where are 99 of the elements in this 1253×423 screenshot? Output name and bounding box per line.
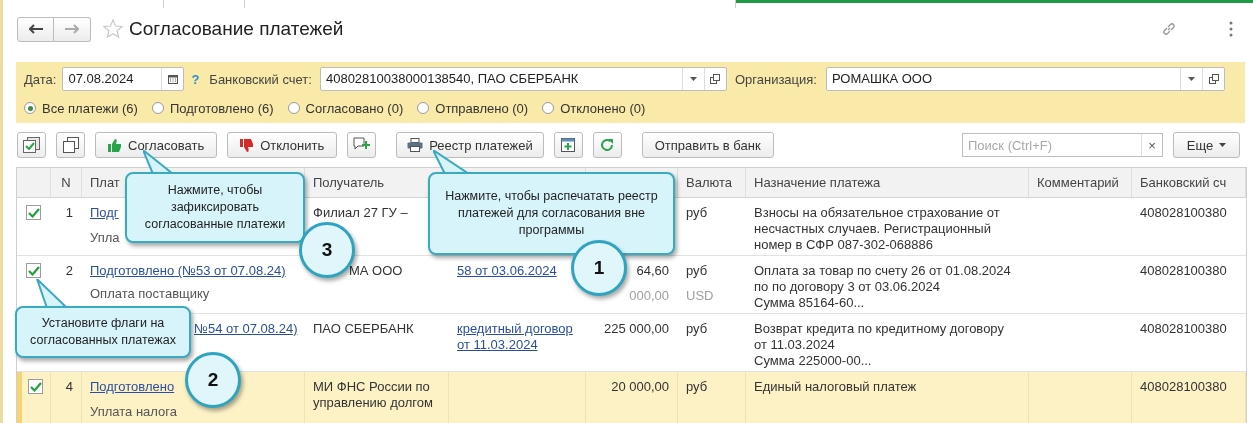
row-number: 2 [64, 263, 73, 279]
check-icon [27, 265, 40, 276]
payment-status-link[interactable]: Подготовлено (№53 от 07.08.24) [90, 263, 286, 278]
back-button[interactable] [17, 16, 54, 42]
column-header[interactable]: Валюта [686, 175, 732, 190]
clear-search-button[interactable]: × [1141, 134, 1162, 156]
check-icon [27, 207, 40, 218]
row-number: 1 [64, 205, 73, 221]
organization-field[interactable]: РОМАШКА ООО [825, 67, 1225, 91]
status-radio[interactable]: Все платежи (6) [24, 100, 138, 116]
callout-text: Нажмите, чтобы зафиксировать согласованные платежи [143, 182, 287, 233]
payment-purpose: Взносы на обязательное страхование от несчастных случаев. Регистрационный номер в СФР 087-302-068886 [754, 205, 1001, 253]
refresh-button[interactable] [592, 132, 622, 158]
copy-icon [62, 137, 79, 153]
radio-button[interactable] [151, 102, 164, 114]
currency: руб [686, 321, 709, 337]
recipient-name: МИ ФНС России по управлению долгом [313, 379, 434, 411]
callout-text: Установите флаги на согласованных платежах [29, 315, 177, 349]
payment-status-link[interactable]: №54 от 07.08.24) [194, 321, 298, 336]
reject-button[interactable]: Отклонить [227, 132, 338, 158]
bank-account-number: 408028100380 [1140, 205, 1228, 221]
currency: руб [686, 205, 709, 221]
status-radio[interactable]: Подготовлено (6) [151, 100, 274, 116]
more-button[interactable]: Еще [1173, 132, 1240, 158]
payment-status-link[interactable]: Подготовлено [90, 379, 175, 394]
radio-button[interactable] [24, 102, 36, 114]
column-header[interactable]: Комментарий [1037, 175, 1119, 190]
thumbs-up-icon [108, 138, 122, 152]
radio-button[interactable] [542, 102, 555, 114]
column-header[interactable]: Получатель [313, 175, 385, 190]
printer-icon [407, 138, 424, 152]
dropdown-caret-icon [1188, 77, 1195, 81]
check-all-button[interactable] [17, 132, 46, 158]
approve-button[interactable]: Согласовать [95, 132, 218, 158]
payment-purpose: Единый налоговый платеж [754, 379, 918, 395]
payment-type: Оплата поставщику [90, 286, 211, 302]
amount: 225 000,00 [603, 321, 669, 337]
payment-type: Упла [90, 230, 121, 246]
column-header[interactable]: Банковский сч [1140, 175, 1227, 190]
amount: 20 000,00 [611, 379, 669, 395]
recipient-name: МА ООО [349, 263, 404, 279]
more-menu-icon[interactable] [1229, 21, 1233, 37]
link-icon[interactable] [1161, 21, 1177, 37]
organization-label: Организация: [734, 71, 817, 87]
payment-type: Уплата налога [90, 404, 178, 420]
checkbox[interactable] [28, 379, 43, 394]
status-radio[interactable]: Отклонено (0) [542, 100, 646, 116]
step-number-badge: 2 [185, 352, 241, 408]
step-number-badge: 1 [571, 240, 627, 296]
currency: руб [686, 379, 709, 395]
send-to-bank-button[interactable]: Отправить в банк [641, 132, 774, 158]
checkbox[interactable] [26, 263, 41, 278]
add-document-icon [561, 138, 576, 152]
row-number: 4 [64, 379, 73, 395]
radio-button[interactable] [417, 102, 430, 114]
back-arrow-icon [28, 24, 43, 34]
contract-link[interactable]: 58 от 03.06.2024 [457, 263, 557, 279]
window-title: Согласование платежей [129, 18, 344, 40]
add-button[interactable] [553, 132, 583, 158]
dropdown-caret-icon [1219, 143, 1227, 147]
account-label: Банковский счет: [209, 71, 312, 87]
thumbs-down-icon [240, 138, 255, 152]
forward-arrow-icon [65, 24, 79, 34]
contract-link[interactable]: кредитный договор от 11.03.2024 [457, 321, 577, 353]
currency: руб [686, 263, 709, 279]
copy-button[interactable] [56, 132, 85, 158]
callout-text: Нажмите, чтобы распечатать реестр платежей для согласования вне программы [444, 188, 659, 239]
payment-purpose: Возврат кредита по кредитному договору от 11.03.2024 Сумма 225000-00... [754, 321, 1005, 369]
checkbox[interactable] [26, 205, 41, 220]
payment-status-link[interactable]: Подг [90, 205, 119, 220]
dropdown-caret-icon [689, 77, 697, 81]
status-radio[interactable]: Согласовано (0) [287, 100, 404, 116]
refresh-icon [600, 138, 615, 152]
bank-account-number: 408028100380 [1140, 321, 1228, 337]
column-header[interactable]: Назначение платежа [754, 175, 881, 190]
radio-button[interactable] [287, 102, 300, 114]
open-window-icon [1208, 74, 1219, 84]
payment-purpose: Оплата за товар по счету 26 от 01.08.2024 по по договору 3 от 03.06.2024 Сумма 85164-60... [754, 263, 1012, 311]
payment-register-button[interactable]: Реестр платежей [396, 132, 544, 158]
column-header[interactable]: Плат [90, 175, 120, 190]
bank-account-number: 408028100380 [1140, 263, 1228, 279]
recipient-name: Филиал 27 ГУ – [313, 205, 409, 221]
date-label: Дата: [24, 71, 57, 87]
currency-code: USD [686, 288, 715, 304]
date-field[interactable]: 07.08.2024 [62, 67, 185, 91]
search-field[interactable]: Поиск (Ctrl+F) × [962, 133, 1163, 157]
check-icon [29, 381, 42, 392]
open-window-icon [710, 74, 721, 84]
bank-account-field[interactable]: 40802810038000138540, ПАО СБЕРБАНК [319, 67, 727, 91]
column-header[interactable]: N [61, 175, 71, 190]
amount: 64,60 [636, 263, 669, 279]
currency-amount: 000,00 [629, 288, 669, 304]
add-comment-button[interactable] [347, 132, 377, 158]
bank-account-number: 408028100380 [1140, 379, 1228, 395]
recipient-name: ПАО СБЕРБАНК [313, 321, 415, 337]
star-icon[interactable] [103, 19, 123, 39]
check-all-icon [22, 137, 41, 153]
status-radio[interactable]: Отправлено (0) [417, 100, 529, 116]
calendar-icon [167, 74, 178, 84]
